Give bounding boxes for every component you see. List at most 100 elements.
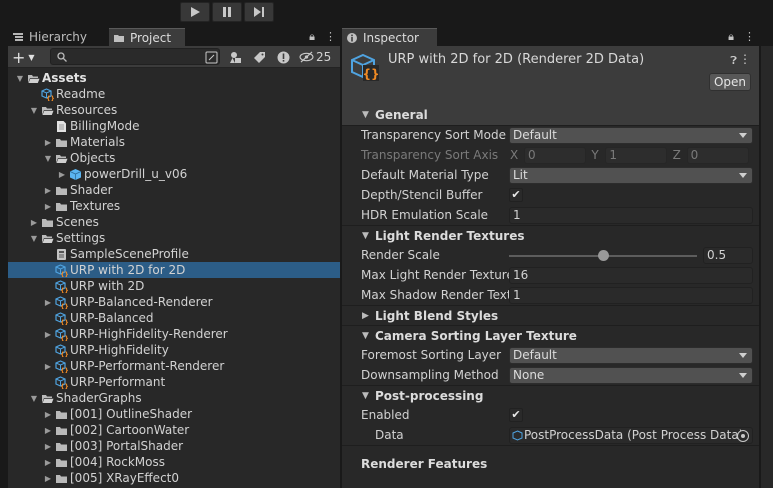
tree-row[interactable]: ▶ Textures bbox=[8, 198, 340, 214]
tree-row[interactable]: ▶ powerDrill_u_v06 bbox=[8, 166, 340, 182]
tree-row[interactable]: {} URP with 2D bbox=[8, 278, 340, 294]
axis-x-field[interactable]: 0 bbox=[524, 147, 586, 164]
tree-row[interactable]: ▶ [002] CartoonWater bbox=[8, 422, 340, 438]
search-box[interactable] bbox=[50, 48, 220, 65]
tree-row[interactable]: ▶ {} URP-Balanced-Renderer bbox=[8, 294, 340, 310]
collapsed-arrow-icon[interactable]: ▶ bbox=[42, 422, 54, 438]
tree-row-label: Assets bbox=[42, 71, 87, 85]
render-scale-slider[interactable]: 0.5 bbox=[509, 247, 753, 264]
tree-row[interactable]: ▶ [004] RockMoss bbox=[8, 454, 340, 470]
collapsed-arrow-icon[interactable]: ▶ bbox=[42, 294, 54, 310]
tab-inspector-label: Inspector bbox=[363, 30, 419, 45]
folder-icon bbox=[54, 471, 68, 485]
hdr-scale-field[interactable]: 1 bbox=[509, 207, 753, 224]
search-by-label-button[interactable] bbox=[251, 49, 267, 65]
search-by-type-filter-button[interactable] bbox=[227, 49, 243, 65]
object-picker-icon[interactable] bbox=[737, 430, 749, 442]
pause-button[interactable] bbox=[212, 2, 242, 22]
collapsed-arrow-icon[interactable]: ▶ bbox=[56, 166, 68, 182]
slider-handle[interactable] bbox=[598, 250, 609, 261]
tree-row[interactable]: {} URP-Performant bbox=[8, 374, 340, 390]
tree-row-label: [001] OutlineShader bbox=[70, 407, 193, 421]
lock-icon[interactable]: 🔒︎ bbox=[309, 30, 315, 44]
foremost-sorting-layer-dropdown[interactable]: Default bbox=[509, 347, 753, 364]
tree-row[interactable]: ▶ {} URP-Performant-Renderer bbox=[8, 358, 340, 374]
svg-text:{}: {} bbox=[46, 95, 54, 101]
section-light-render-textures[interactable]: ▼ Light Render Textures bbox=[342, 225, 759, 245]
svg-text:{}: {} bbox=[60, 367, 68, 373]
more-options-icon[interactable]: ⋮ bbox=[744, 30, 755, 44]
section-post-processing[interactable]: ▼ Post-processing bbox=[342, 385, 759, 405]
search-by-type-button[interactable] bbox=[203, 49, 219, 65]
collapsed-arrow-icon[interactable]: ▶ bbox=[42, 326, 54, 342]
tree-row[interactable]: {} URP-HighFidelity bbox=[8, 342, 340, 358]
tree-row[interactable]: ▶ Scenes bbox=[8, 214, 340, 230]
tab-project[interactable]: Project bbox=[109, 28, 185, 46]
project-panel: Hierarchy Project 🔒︎ ⋮ + ▼ 25 ▼ Assets {… bbox=[8, 28, 340, 488]
collapsed-arrow-icon[interactable]: ▶ bbox=[42, 454, 54, 470]
collapsed-arrow-icon[interactable]: ▶ bbox=[28, 214, 40, 230]
main-toolbar bbox=[0, 0, 773, 28]
collapsed-arrow-icon[interactable]: ▶ bbox=[42, 406, 54, 422]
tree-row[interactable]: ▼ Resources bbox=[8, 102, 340, 118]
help-icon[interactable]: ❓︎ bbox=[730, 54, 737, 68]
expanded-arrow-icon[interactable]: ▼ bbox=[14, 70, 26, 86]
tree-row[interactable]: {} Readme bbox=[8, 86, 340, 102]
depth-stencil-checkbox[interactable]: ✔ bbox=[509, 188, 523, 202]
play-button[interactable] bbox=[180, 2, 210, 22]
tree-row[interactable]: ▶ [003] PortalShader bbox=[8, 438, 340, 454]
step-button[interactable] bbox=[244, 2, 274, 22]
tree-row[interactable]: ▶ {} URP-HighFidelity-Renderer bbox=[8, 326, 340, 342]
tree-row[interactable]: BillingMode bbox=[8, 118, 340, 134]
expanded-arrow-icon[interactable]: ▼ bbox=[28, 102, 40, 118]
more-options-icon[interactable]: ⋮ bbox=[325, 30, 336, 44]
right-panel-tab[interactable] bbox=[761, 28, 773, 46]
tab-hierarchy[interactable]: Hierarchy bbox=[8, 28, 108, 46]
open-button[interactable]: Open bbox=[709, 73, 751, 91]
hidden-packages-toggle[interactable]: 25 bbox=[299, 50, 331, 64]
expanded-arrow-icon[interactable]: ▼ bbox=[28, 390, 40, 406]
tree-row[interactable]: {} URP-Balanced bbox=[8, 310, 340, 326]
tree-row[interactable]: ▶ Materials bbox=[8, 134, 340, 150]
folder-icon bbox=[54, 199, 68, 213]
tree-row[interactable]: SampleSceneProfile bbox=[8, 246, 340, 262]
section-camera-sorting-layer[interactable]: ▼ Camera Sorting Layer Texture bbox=[342, 325, 759, 345]
tree-row[interactable]: {} URP with 2D for 2D bbox=[8, 262, 340, 278]
search-input[interactable] bbox=[69, 49, 219, 64]
importance-filter-button[interactable] bbox=[275, 49, 291, 65]
axis-z-field[interactable]: 0 bbox=[686, 147, 749, 164]
section-light-blend-styles[interactable]: ▶ Light Blend Styles bbox=[342, 305, 759, 325]
render-scale-field[interactable]: 0.5 bbox=[703, 247, 753, 264]
create-asset-button[interactable]: + ▼ bbox=[12, 48, 42, 67]
lock-icon[interactable]: 🔒︎ bbox=[728, 30, 734, 44]
transparency-sort-mode-dropdown[interactable]: Default bbox=[509, 127, 753, 144]
default-material-type-dropdown[interactable]: Lit bbox=[509, 167, 753, 184]
folder-open-icon bbox=[54, 151, 68, 165]
collapsed-arrow-icon[interactable]: ▶ bbox=[42, 438, 54, 454]
pp-data-object-field[interactable]: PostProcessData (Post Process Data) bbox=[509, 427, 753, 444]
axis-y-field[interactable]: 1 bbox=[605, 147, 668, 164]
collapsed-arrow-icon[interactable]: ▶ bbox=[42, 134, 54, 150]
expanded-arrow-icon[interactable]: ▼ bbox=[28, 230, 40, 246]
tree-row[interactable]: ▼ ShaderGraphs bbox=[8, 390, 340, 406]
tree-row[interactable]: ▼ Assets bbox=[8, 70, 340, 86]
more-options-icon[interactable]: ⋮ bbox=[739, 52, 751, 66]
tree-row[interactable]: ▶ [005] XRayEffect0 bbox=[8, 470, 340, 486]
tree-row[interactable]: ▼ Settings bbox=[8, 230, 340, 246]
downsampling-method-dropdown[interactable]: None bbox=[509, 367, 753, 384]
collapsed-arrow-icon[interactable]: ▶ bbox=[42, 198, 54, 214]
max-light-textures-field[interactable]: 16 bbox=[509, 267, 753, 284]
tree-row[interactable]: ▶ [001] OutlineShader bbox=[8, 406, 340, 422]
prefab-icon bbox=[68, 167, 82, 181]
expanded-arrow-icon[interactable]: ▼ bbox=[42, 150, 54, 166]
section-general[interactable]: ▼ General bbox=[342, 105, 759, 125]
pp-enabled-checkbox[interactable]: ✔ bbox=[509, 408, 523, 422]
tree-row[interactable]: ▶ Shader bbox=[8, 182, 340, 198]
tree-row[interactable]: ▼ Objects bbox=[8, 150, 340, 166]
collapsed-arrow-icon[interactable]: ▶ bbox=[42, 470, 54, 486]
tree-row-label: Scenes bbox=[56, 215, 99, 229]
collapsed-arrow-icon[interactable]: ▶ bbox=[42, 182, 54, 198]
tab-inspector[interactable]: Inspector bbox=[342, 28, 437, 46]
collapsed-arrow-icon[interactable]: ▶ bbox=[42, 358, 54, 374]
max-shadow-textures-field[interactable]: 1 bbox=[509, 287, 753, 304]
